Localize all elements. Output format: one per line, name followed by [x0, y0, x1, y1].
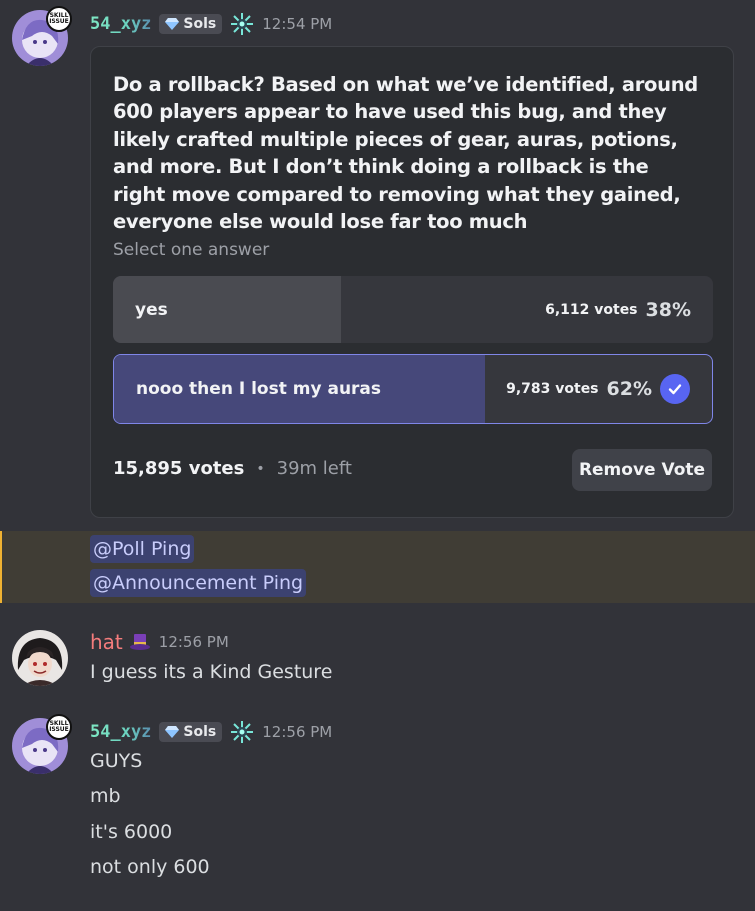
- message-header: 54_xyz Sols 12:54 PM: [90, 12, 332, 36]
- message-text: it's 6000: [90, 821, 173, 843]
- separator-dot: •: [256, 460, 265, 477]
- message-text: not only 600: [90, 856, 210, 878]
- poll-answer-votes: 6,112 votes: [545, 301, 638, 318]
- avatar-decoration-badge: SKILL ISSUE: [46, 714, 72, 740]
- top-hat-icon[interactable]: [129, 631, 151, 653]
- avatar[interactable]: SKILL ISSUE: [12, 6, 72, 66]
- poll-answer-percent: 62%: [606, 378, 652, 400]
- sparkle-badge-icon[interactable]: [230, 720, 254, 744]
- timestamp[interactable]: 12:56 PM: [159, 633, 229, 651]
- poll-footer: 15,895 votes • 39m left: [113, 458, 352, 479]
- author-name[interactable]: hat: [90, 630, 123, 654]
- guild-tag[interactable]: Sols: [159, 722, 223, 742]
- diamond-icon: [165, 726, 180, 738]
- poll-answer-nooo[interactable]: nooo then I lost my auras 9,783 votes 62…: [113, 354, 713, 424]
- message-header: hat 12:56 PM: [90, 630, 229, 654]
- avatar-badge-text: SKILL ISSUE: [49, 12, 69, 25]
- author-name[interactable]: 54_xyz: [90, 722, 151, 742]
- timestamp[interactable]: 12:56 PM: [262, 723, 332, 741]
- poll-answer-votes: 9,783 votes: [506, 381, 599, 397]
- avatar-image: [12, 630, 68, 686]
- message-text: GUYS: [90, 750, 143, 772]
- remove-vote-button[interactable]: Remove Vote: [572, 449, 712, 491]
- guild-tag-label: Sols: [183, 16, 217, 32]
- poll-answer-label: yes: [135, 299, 168, 320]
- message-text: I guess its a Kind Gesture: [90, 661, 333, 683]
- poll-total-votes[interactable]: 15,895 votes: [113, 458, 244, 479]
- avatar-decoration-badge: SKILL ISSUE: [46, 6, 72, 32]
- author-name[interactable]: 54_xyz: [90, 14, 151, 34]
- guild-tag[interactable]: Sols: [159, 14, 223, 34]
- avatar-badge-text: SKILL ISSUE: [49, 720, 69, 733]
- poll-question: Do a rollback? Based on what we’ve ident…: [113, 73, 698, 234]
- poll-answer-yes[interactable]: yes 6,112 votes 38%: [113, 276, 713, 343]
- poll-answer-stats: 6,112 votes 38%: [545, 276, 691, 343]
- checkmark-icon: [660, 374, 690, 404]
- poll-card: Do a rollback? Based on what we’ve ident…: [90, 46, 734, 518]
- mention-poll-ping[interactable]: @Poll Ping: [90, 535, 195, 563]
- poll-hint: Select one answer: [113, 240, 270, 260]
- avatar[interactable]: SKILL ISSUE: [12, 714, 72, 774]
- avatar[interactable]: [12, 630, 68, 686]
- poll-time-left: 39m left: [276, 458, 352, 479]
- poll-answer-percent: 38%: [645, 298, 691, 321]
- sparkle-badge-icon[interactable]: [230, 12, 254, 36]
- poll-answer-label: nooo then I lost my auras: [136, 379, 382, 399]
- mention-announcement-ping[interactable]: @Announcement Ping: [90, 569, 307, 597]
- guild-tag-label: Sols: [183, 724, 217, 740]
- message-header: 54_xyz Sols 12:56 PM: [90, 720, 332, 744]
- poll-answer-stats: 9,783 votes 62%: [506, 355, 690, 423]
- message-text: mb: [90, 785, 121, 807]
- chat-feed: SKILL ISSUE 54_xyz Sols 12:54 PM Do a ro…: [0, 0, 755, 911]
- timestamp[interactable]: 12:54 PM: [262, 15, 332, 33]
- diamond-icon: [165, 18, 180, 30]
